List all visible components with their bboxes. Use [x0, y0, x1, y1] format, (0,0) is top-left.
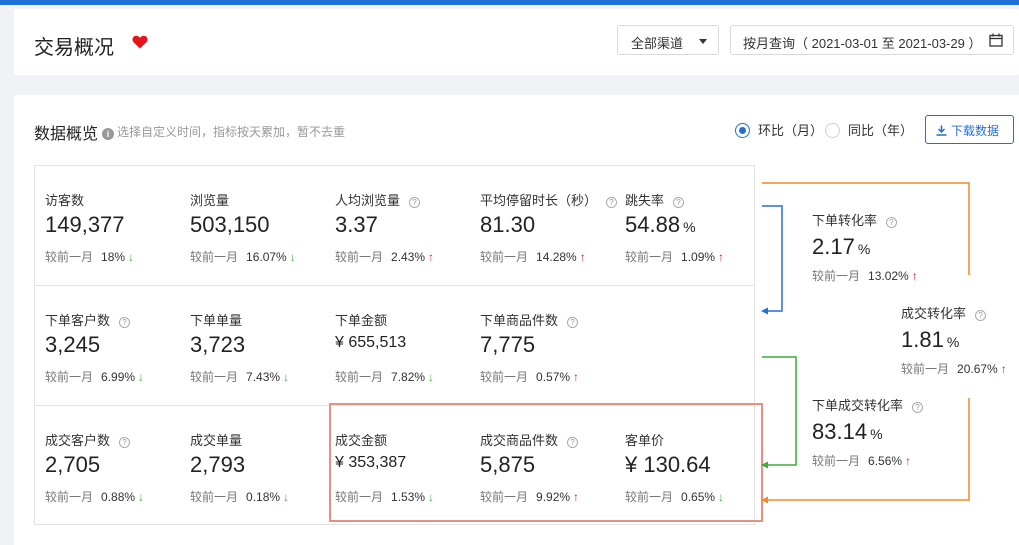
funnel-value: 1.81%	[901, 327, 1007, 353]
green-connector	[762, 356, 797, 466]
compare-percent: 20.67%	[957, 362, 998, 376]
funnel-value-text: 83.14	[812, 419, 868, 444]
funnel-label-text: 成交转化率	[901, 306, 967, 321]
funnel-deal-conversion: 成交转化率? 1.81% 较前一月 20.67% ↑	[901, 303, 1007, 377]
funnel-unit: %	[857, 241, 871, 257]
channel-select[interactable]: 全部渠道	[617, 25, 719, 55]
compare-percent: 6.56%	[868, 454, 903, 468]
compare-label: 较前一月	[812, 269, 861, 283]
channel-select-value: 全部渠道	[631, 36, 684, 51]
funnel-connector-lines	[761, 182, 970, 504]
compare-label: 较前一月	[812, 454, 861, 468]
funnel-compare: 较前一月 13.02% ↑	[812, 267, 918, 284]
funnel-label-text: 下单成交转化率	[812, 398, 904, 413]
funnel-label: 成交转化率?	[901, 303, 1007, 322]
funnel-compare: 较前一月 6.56% ↑	[812, 452, 923, 469]
funnel-label: 下单转化率?	[812, 210, 918, 229]
orange-arrow-icon	[761, 496, 768, 504]
funnel-unit: %	[870, 426, 883, 442]
date-range-value: 按月查询（ 2021-03-01 至 2021-03-29 ）	[743, 36, 982, 51]
data-overview-panel: 数据概览 i 选择自定义时间，指标按天累加，暂不去重 环比（月） 同比（年） 下载…	[14, 95, 1019, 545]
page-title: 交易概况	[34, 37, 114, 59]
funnel-compare: 较前一月 20.67% ↑	[901, 360, 1007, 377]
funnel-value-text: 2.17	[812, 234, 855, 259]
funnel-value: 2.17%	[812, 234, 918, 260]
funnel-unit: %	[946, 334, 960, 350]
help-icon[interactable]: ?	[912, 402, 924, 413]
arrow-up-icon: ↑	[1000, 362, 1007, 376]
help-icon[interactable]: ?	[886, 217, 898, 228]
header-panel: 交易概况 全部渠道 按月查询（ 2021-03-01 至 2021-03-29 …	[14, 9, 1019, 75]
blue-connector	[762, 205, 783, 312]
caret-down-icon	[699, 39, 707, 44]
date-range-picker[interactable]: 按月查询（ 2021-03-01 至 2021-03-29 ）	[730, 25, 1014, 55]
arrow-up-icon: ↑	[911, 269, 918, 283]
help-icon[interactable]: ?	[975, 310, 987, 321]
blue-arrow-icon	[761, 307, 768, 315]
funnel-label-text: 下单转化率	[812, 213, 878, 228]
calendar-icon	[989, 33, 1003, 47]
funnel-order-deal-conversion: 下单成交转化率? 83.14% 较前一月 6.56% ↑	[812, 395, 924, 469]
compare-label: 较前一月	[901, 362, 950, 376]
funnel-order-conversion: 下单转化率? 2.17% 较前一月 13.02% ↑	[812, 210, 918, 284]
green-arrow-icon	[761, 461, 768, 469]
top-accent-bar	[0, 0, 1019, 5]
funnel-value: 83.14%	[812, 419, 923, 445]
compare-percent: 13.02%	[868, 269, 909, 283]
funnel-label: 下单成交转化率?	[812, 395, 924, 414]
arrow-up-icon: ↑	[905, 454, 912, 468]
heart-icon	[132, 35, 148, 49]
funnel-value-text: 1.81	[901, 327, 944, 352]
